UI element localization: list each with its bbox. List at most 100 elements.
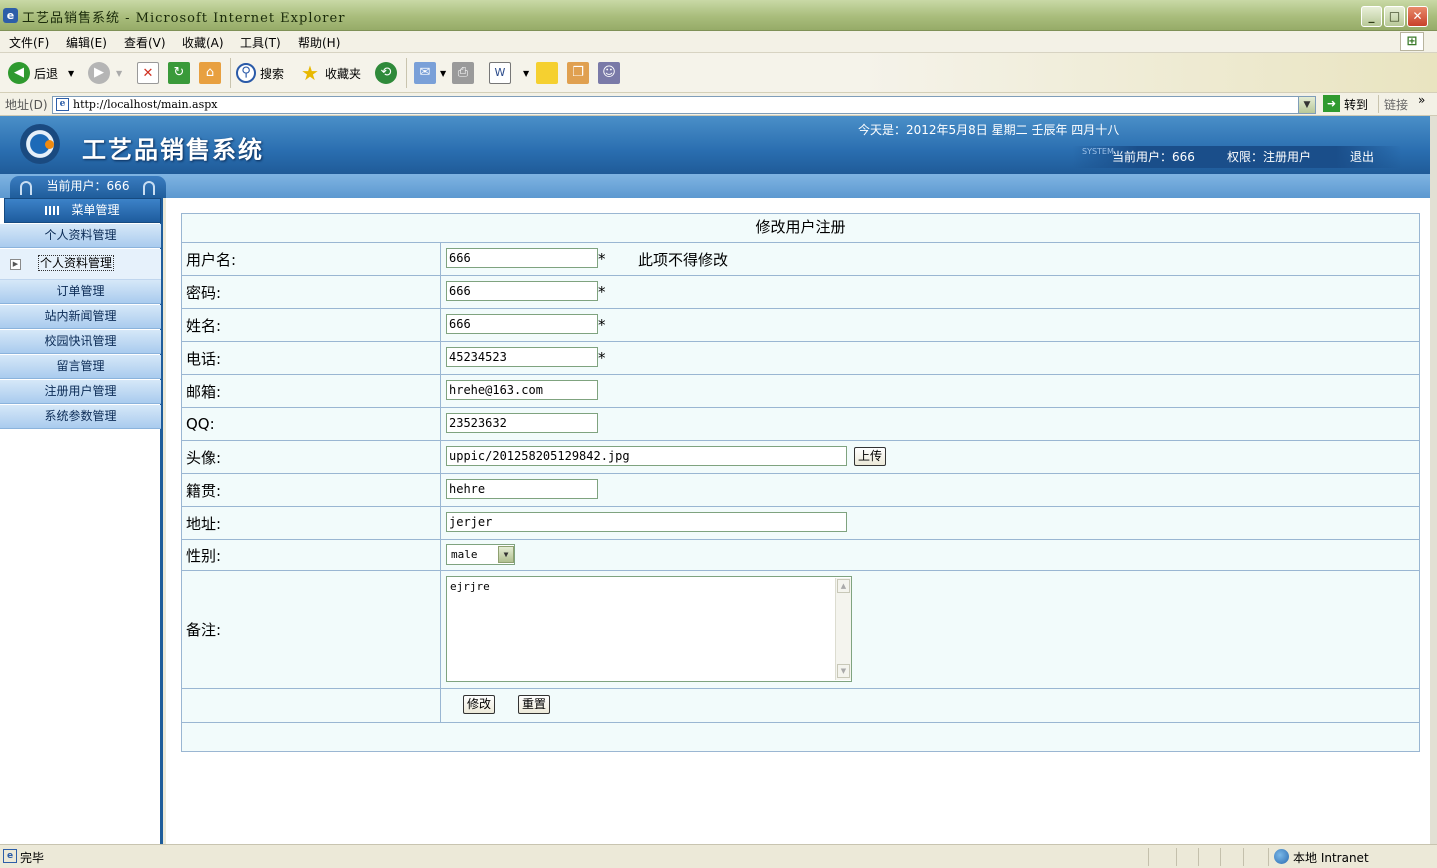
menu-header[interactable]: 菜单管理 xyxy=(4,198,161,223)
sidebar-item-site-news[interactable]: 站内新闻管理 xyxy=(0,305,161,329)
menu-edit[interactable]: 编辑(E) xyxy=(66,34,107,51)
sidebar-item-profile[interactable]: 个人资料管理 xyxy=(0,224,161,248)
links-chevron-icon[interactable]: » xyxy=(1418,93,1425,107)
back-arrow-icon: ◀ xyxy=(8,62,30,84)
forward-dropdown-icon[interactable]: ▼ xyxy=(116,69,122,78)
address-dropdown-icon[interactable]: ▼ xyxy=(1298,96,1316,114)
address-label: 地址(D) xyxy=(5,98,48,112)
page-done-icon: e xyxy=(3,849,17,863)
back-dropdown-icon[interactable]: ▼ xyxy=(68,69,74,78)
menu-view[interactable]: 查看(V) xyxy=(124,34,166,51)
username-input[interactable] xyxy=(446,248,598,268)
avatar-label: 头像: xyxy=(182,441,441,473)
avatar-path-input[interactable] xyxy=(446,446,847,466)
sidebar-item-label: 个人资料管理 xyxy=(38,255,115,271)
links-button[interactable]: 链接 xyxy=(1384,96,1408,113)
go-button[interactable]: 转到 xyxy=(1344,96,1368,113)
sidebar-item-messages[interactable]: 留言管理 xyxy=(0,355,161,379)
print-icon: ⎙ xyxy=(452,62,474,84)
textarea-scrollbar[interactable]: ▲ ▼ xyxy=(835,578,851,680)
mail-button[interactable]: ✉ ▼ xyxy=(414,61,446,85)
gender-select[interactable]: male ▼ xyxy=(446,544,515,565)
expand-arrow-icon: ▶ xyxy=(10,259,21,270)
system-watermark: SYSTEM xyxy=(1082,147,1114,156)
phone-input[interactable] xyxy=(446,347,598,367)
menu-favorites[interactable]: 收藏(A) xyxy=(182,34,224,51)
word-icon: W xyxy=(489,62,511,84)
form-title: 修改用户注册 xyxy=(755,218,846,236)
remark-text: ejrjre xyxy=(450,580,490,593)
header-permission: 权限：注册用户 xyxy=(1227,150,1312,164)
required-star: * xyxy=(598,250,606,268)
research-button[interactable]: ❐ xyxy=(567,61,589,85)
status-divider xyxy=(1176,848,1177,866)
favorites-label: 收藏夹 xyxy=(325,66,362,81)
minimize-button[interactable]: _ xyxy=(1361,6,1382,27)
email-input[interactable] xyxy=(446,380,598,400)
sidebar-item-profile-selected[interactable]: ▶ 个人资料管理 xyxy=(0,249,161,280)
intranet-globe-icon xyxy=(1274,849,1289,864)
upload-button[interactable]: 上传 xyxy=(854,447,887,466)
app-header: 工艺品销售系统 今天是：2012年5月8日 星期二 壬辰年 四月十八 SYSTE… xyxy=(0,116,1430,174)
close-button[interactable]: ✕ xyxy=(1407,6,1428,27)
sidebar-item-system-params[interactable]: 系统参数管理 xyxy=(0,405,161,429)
username-label: 用户名: xyxy=(182,243,441,275)
search-button[interactable]: ⚲ 搜索 xyxy=(236,61,284,85)
address-input[interactable]: e http://localhost/main.aspx xyxy=(52,96,1316,114)
home-button[interactable]: ⌂ xyxy=(199,61,221,85)
logout-link[interactable]: 退出 xyxy=(1350,148,1374,165)
menu-file[interactable]: 文件(F) xyxy=(9,34,49,51)
required-star: * xyxy=(598,349,606,367)
status-divider xyxy=(1243,848,1244,866)
history-button[interactable]: ⟲ xyxy=(375,61,397,85)
scroll-up-icon[interactable]: ▲ xyxy=(837,579,850,593)
logo-dot xyxy=(45,140,54,149)
go-arrow-icon[interactable]: ➜ xyxy=(1323,95,1340,112)
refresh-icon: ↻ xyxy=(168,62,190,84)
mail-dropdown-icon[interactable]: ▼ xyxy=(440,69,446,78)
forward-button[interactable]: ▶ ▼ xyxy=(88,61,122,85)
maximize-button[interactable]: □ xyxy=(1384,6,1405,27)
sidebar-item-campus-news[interactable]: 校园快讯管理 xyxy=(0,330,161,354)
search-label: 搜索 xyxy=(260,66,285,81)
submit-button[interactable]: 修改 xyxy=(463,695,496,714)
favorites-star-icon: ★ xyxy=(301,61,319,85)
address-separator xyxy=(1378,95,1379,113)
reset-button[interactable]: 重置 xyxy=(518,695,551,714)
remark-textarea[interactable]: ejrjre ▲ ▼ xyxy=(446,576,852,682)
back-button[interactable]: ◀ 后退 ▼ xyxy=(8,61,74,85)
stop-button[interactable]: ✕ xyxy=(137,61,159,85)
address-input-field[interactable] xyxy=(446,512,847,532)
back-label: 后退 xyxy=(34,66,59,81)
sidebar-item-registered-users[interactable]: 注册用户管理 xyxy=(0,380,161,404)
hometown-input[interactable] xyxy=(446,479,598,499)
print-button[interactable]: ⎙ xyxy=(452,61,474,85)
refresh-button[interactable]: ↻ xyxy=(168,61,190,85)
edit-dropdown-icon[interactable]: ▼ xyxy=(523,69,529,78)
sidebar-item-orders[interactable]: 订单管理 xyxy=(0,280,161,304)
notes-icon xyxy=(536,62,558,84)
password-input[interactable] xyxy=(446,281,598,301)
scroll-down-icon[interactable]: ▼ xyxy=(837,664,850,678)
chevron-down-icon[interactable]: ▼ xyxy=(498,546,514,563)
edit-word-button[interactable]: W ▼ xyxy=(489,61,529,85)
search-icon: ⚲ xyxy=(236,63,256,83)
qq-input[interactable] xyxy=(446,413,598,433)
window-title: 工艺品销售系统 - Microsoft Internet Explorer xyxy=(22,11,346,26)
window-right-edge xyxy=(1430,116,1437,844)
row-divider xyxy=(181,722,1420,723)
required-star: * xyxy=(598,283,606,301)
name-input[interactable] xyxy=(446,314,598,334)
menu-help[interactable]: 帮助(H) xyxy=(298,34,340,51)
zone-text: 本地 Intranet xyxy=(1293,851,1369,865)
stop-icon: ✕ xyxy=(137,62,159,84)
messenger-button[interactable]: ☺ xyxy=(598,61,620,85)
qq-label: QQ: xyxy=(182,408,441,440)
favorites-button[interactable]: ★ 收藏夹 xyxy=(299,61,361,85)
gender-label: 性别: xyxy=(182,540,441,570)
app-logo-icon xyxy=(20,124,60,164)
phone-label: 电话: xyxy=(182,342,441,374)
messenger-icon: ☺ xyxy=(598,62,620,84)
notes-button[interactable] xyxy=(536,61,558,85)
menu-tools[interactable]: 工具(T) xyxy=(240,34,281,51)
